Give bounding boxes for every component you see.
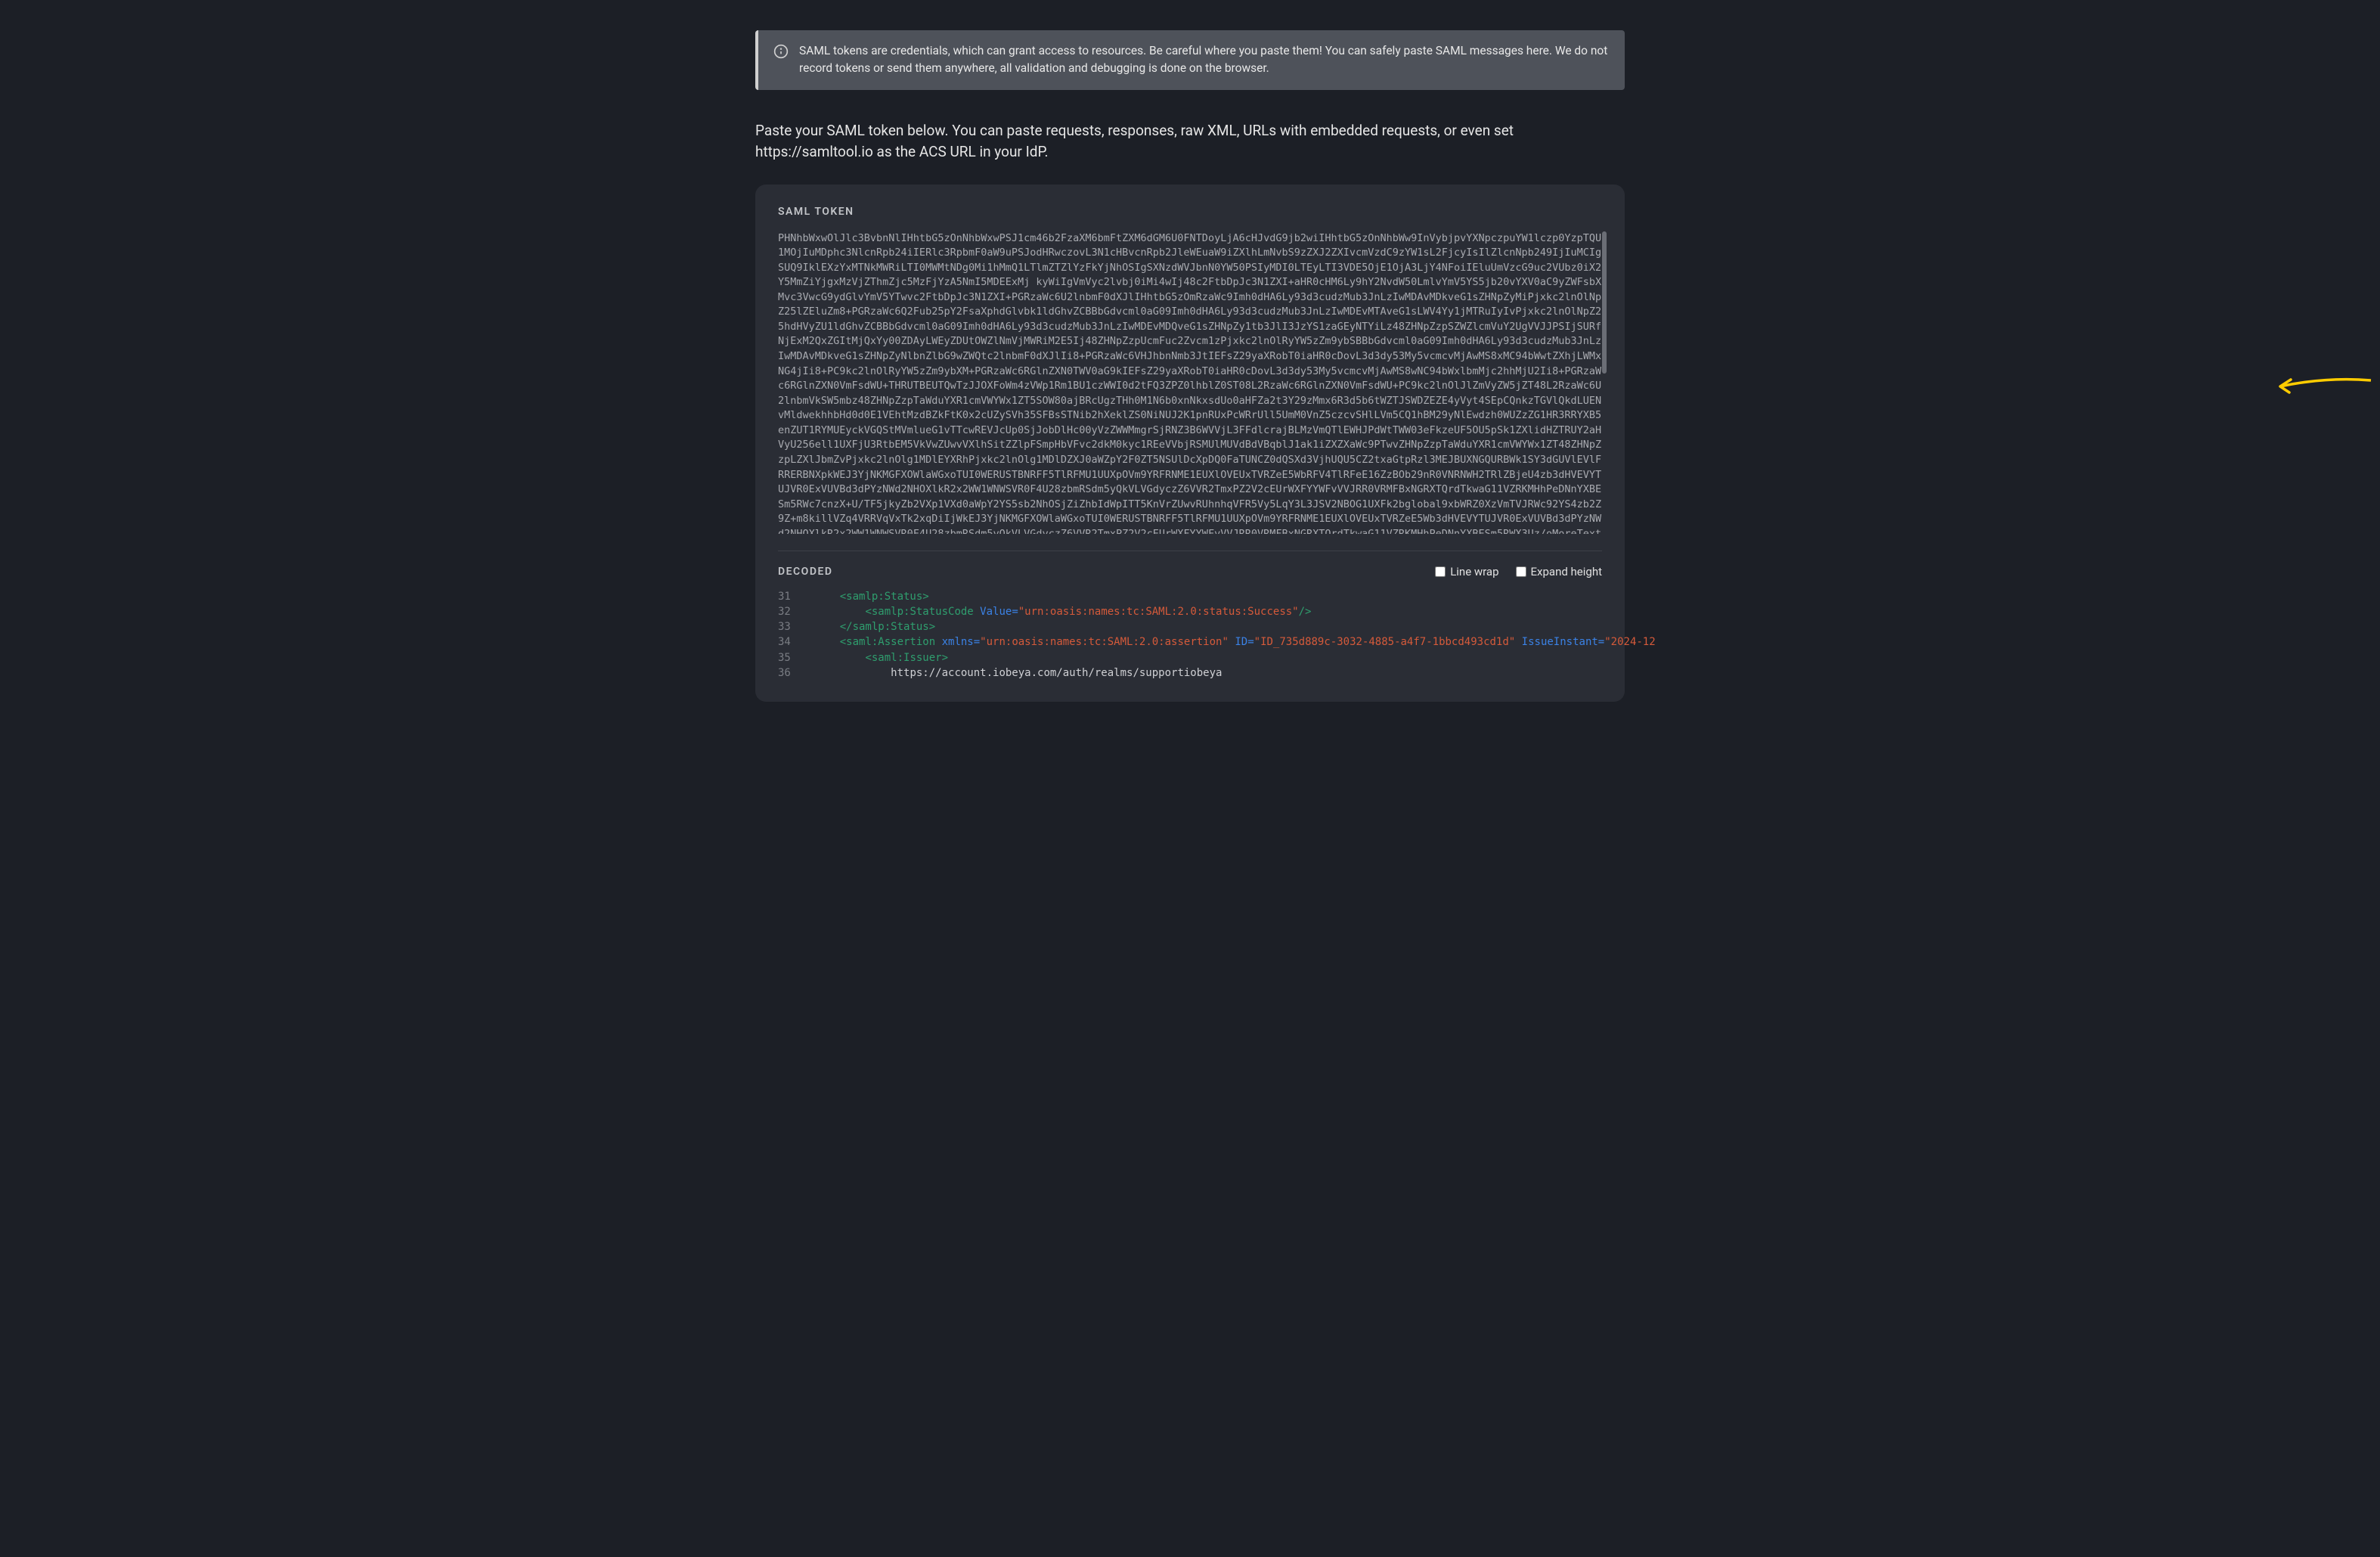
line-number: 34	[778, 634, 814, 650]
expand-height-checkbox[interactable]	[1516, 566, 1526, 577]
code-line: 34 <saml:Assertion xmlns="urn:oasis:name…	[778, 634, 1602, 650]
info-icon	[773, 44, 789, 59]
alert-text: SAML tokens are credentials, which can g…	[799, 42, 1610, 78]
line-content: <samlp:Status>	[814, 589, 1602, 604]
instructions-text: Paste your SAML token below. You can pas…	[755, 120, 1625, 163]
line-content: <saml:Issuer>	[814, 650, 1602, 665]
main-panel: SAML TOKEN PHNhbWxwOlJlc3BvbnNlIHhtbG5zO…	[755, 185, 1625, 703]
line-wrap-control[interactable]: Line wrap	[1435, 565, 1498, 578]
code-line: 36 https://account.iobeya.com/auth/realm…	[778, 665, 1602, 681]
scrollbar[interactable]	[1602, 231, 1607, 374]
line-number: 32	[778, 604, 814, 619]
code-line: 33 </samlp:Status>	[778, 619, 1602, 634]
saml-token-label: SAML TOKEN	[778, 206, 1602, 218]
info-alert: SAML tokens are credentials, which can g…	[755, 30, 1625, 90]
line-wrap-label: Line wrap	[1450, 565, 1498, 578]
expand-height-control[interactable]: Expand height	[1516, 565, 1602, 578]
decoded-controls: Line wrap Expand height	[1435, 565, 1602, 578]
line-number: 33	[778, 619, 814, 634]
line-content: <samlp:StatusCode Value="urn:oasis:names…	[814, 604, 1602, 619]
line-content: https://account.iobeya.com/auth/realms/s…	[814, 665, 1602, 681]
line-wrap-checkbox[interactable]	[1435, 566, 1446, 577]
code-line: 31 <samlp:Status>	[778, 589, 1602, 604]
decoded-label: DECODED	[778, 566, 832, 578]
line-number: 36	[778, 665, 814, 681]
line-content: </samlp:Status>	[814, 619, 1602, 634]
line-content: <saml:Assertion xmlns="urn:oasis:names:t…	[814, 634, 1656, 650]
token-content[interactable]: PHNhbWxwOlJlc3BvbnNlIHhtbG5zOnNhbWxwPSJ1…	[778, 231, 1602, 534]
arrow-annotation	[2274, 373, 2372, 399]
line-number: 31	[778, 589, 814, 604]
code-line: 32 <samlp:StatusCode Value="urn:oasis:na…	[778, 604, 1602, 619]
saml-token-input[interactable]: PHNhbWxwOlJlc3BvbnNlIHhtbG5zOnNhbWxwPSJ1…	[778, 231, 1602, 534]
line-number: 35	[778, 650, 814, 665]
expand-height-label: Expand height	[1531, 565, 1602, 578]
code-line: 35 <saml:Issuer>	[778, 650, 1602, 665]
decoded-code[interactable]: 31 <samlp:Status>32 <samlp:StatusCode Va…	[778, 589, 1602, 681]
